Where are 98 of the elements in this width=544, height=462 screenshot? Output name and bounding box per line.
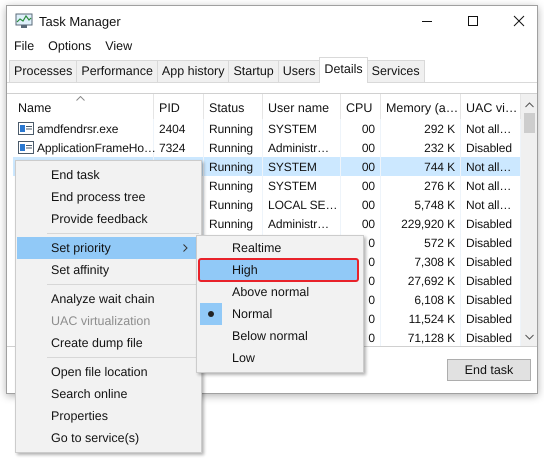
tab[interactable]: App history [156,60,230,82]
table-cell: SYSTEM [268,178,317,192]
table-cell: Disabled [466,330,512,344]
column-header[interactable]: PID [159,101,180,115]
table-cell: Running [209,216,254,230]
table-cell: 00 [362,140,375,154]
table-cell: Disabled [466,254,512,268]
window-icon [18,122,34,135]
table-cell: 2404 [159,122,186,136]
tab[interactable]: Performance [76,60,158,82]
table-cell: Disabled [466,292,512,306]
menu-item[interactable]: Create dump file [17,332,200,354]
table-cell: SYSTEM [268,122,317,136]
menu-item[interactable]: File [14,39,34,53]
table-cell: 744 K [424,160,455,174]
table-cell: 292 K [424,122,455,136]
chevron-right-icon [183,244,188,252]
table-cell: 7,308 K [414,254,455,268]
table-cell: ApplicationFrameHo… [37,140,156,154]
end-task-button[interactable]: End task [447,359,531,381]
menu-item[interactable]: Properties [17,405,200,427]
table-cell: 0 [368,254,375,268]
column-header[interactable]: Name [18,101,52,115]
tab[interactable]: Startup [228,60,279,82]
table-row[interactable]: amdfendrsr.exe 2404 Running SYSTEM 00 292 K Not all… [13,119,521,138]
menu-item[interactable]: Analyze wait chain [17,288,200,310]
table-cell: 00 [362,198,375,212]
table-cell: Not all… [466,122,512,136]
table-cell: 572 K [424,236,455,250]
table-cell: Disabled [466,236,512,250]
table-cell: 0 [368,236,375,250]
table-cell: 11,524 K [408,312,455,326]
table-cell: 232 K [424,140,455,154]
sort-ascending-icon [76,96,85,101]
table-cell: 00 [362,216,375,230]
table-cell: Disabled [466,140,512,154]
table-cell: LOCAL SE… [268,198,338,212]
table-cell: Running [209,198,254,212]
scroll-thumb[interactable] [524,113,534,133]
tab[interactable]: Details [319,57,368,83]
column-header[interactable]: Memory (a… [386,101,458,115]
window-title: Task Manager [39,14,121,28]
close-icon[interactable] [513,15,525,27]
table-cell: Not all… [466,160,512,174]
column-header[interactable]: CPU [346,101,372,115]
menu-item[interactable]: Search online [17,383,200,405]
table-cell: Running [209,178,254,192]
column-header[interactable]: UAC vi… [466,101,518,115]
menu-item[interactable]: Normal [199,303,361,325]
table-cell: amdfendrsr.exe [37,122,118,136]
table-cell: 276 K [424,178,455,192]
menu-item[interactable]: Realtime [199,237,361,259]
table-cell: Disabled [466,216,512,230]
table-cell: Not all… [466,178,512,192]
table-cell: 6,108 K [414,292,455,306]
column-header[interactable]: Status [209,101,244,115]
table-cell: 0 [368,330,375,344]
table-cell: 00 [362,122,375,136]
maximize-icon[interactable] [467,15,479,27]
menu-item[interactable]: View [105,39,132,53]
table-cell: Administr… [268,216,330,230]
table-cell: Running [209,122,254,136]
table-cell: 0 [368,274,375,288]
menu-item[interactable]: End process tree [17,186,200,208]
menu-item[interactable]: Below normal [199,325,361,347]
menu-item[interactable]: Provide feedback [17,208,200,230]
scroll-up-icon[interactable] [524,102,534,108]
table-cell: 5,748 K [414,198,455,212]
table-cell: 0 [368,292,375,306]
menu-item[interactable]: Set affinity [17,259,200,281]
table-cell: 71,128 K [408,330,455,344]
tab[interactable]: Processes [9,60,78,82]
table-cell: 229,920 K [401,216,455,230]
menu-item[interactable]: Go to service(s) [17,427,200,449]
column-header[interactable]: User name [268,101,330,115]
table-cell: 0 [368,312,375,326]
table-cell: 7324 [159,140,186,154]
table-cell: Disabled [466,312,512,326]
table-cell: SYSTEM [268,160,317,174]
menu-item[interactable]: Above normal [199,281,361,303]
tab[interactable]: Users [278,60,320,82]
scroll-down-icon[interactable] [524,334,534,340]
table-cell: Administr… [268,140,330,154]
scrollbar[interactable] [521,94,537,346]
tab[interactable]: Services [366,60,425,82]
menu-item[interactable]: High [199,259,358,281]
table-cell: Running [209,160,254,174]
menu-item[interactable]: Low [199,347,361,369]
table-cell: Disabled [466,274,512,288]
table-cell: Running [209,140,254,154]
table-cell: Not all… [466,198,512,212]
menu-item[interactable]: Options [48,39,92,53]
window-icon [18,141,34,154]
monitor-chart-icon [15,13,33,29]
table-cell: 27,692 K [408,274,455,288]
table-cell: 00 [362,178,375,192]
table-cell: 00 [362,160,375,174]
menu-item[interactable]: Open file location [17,361,200,383]
